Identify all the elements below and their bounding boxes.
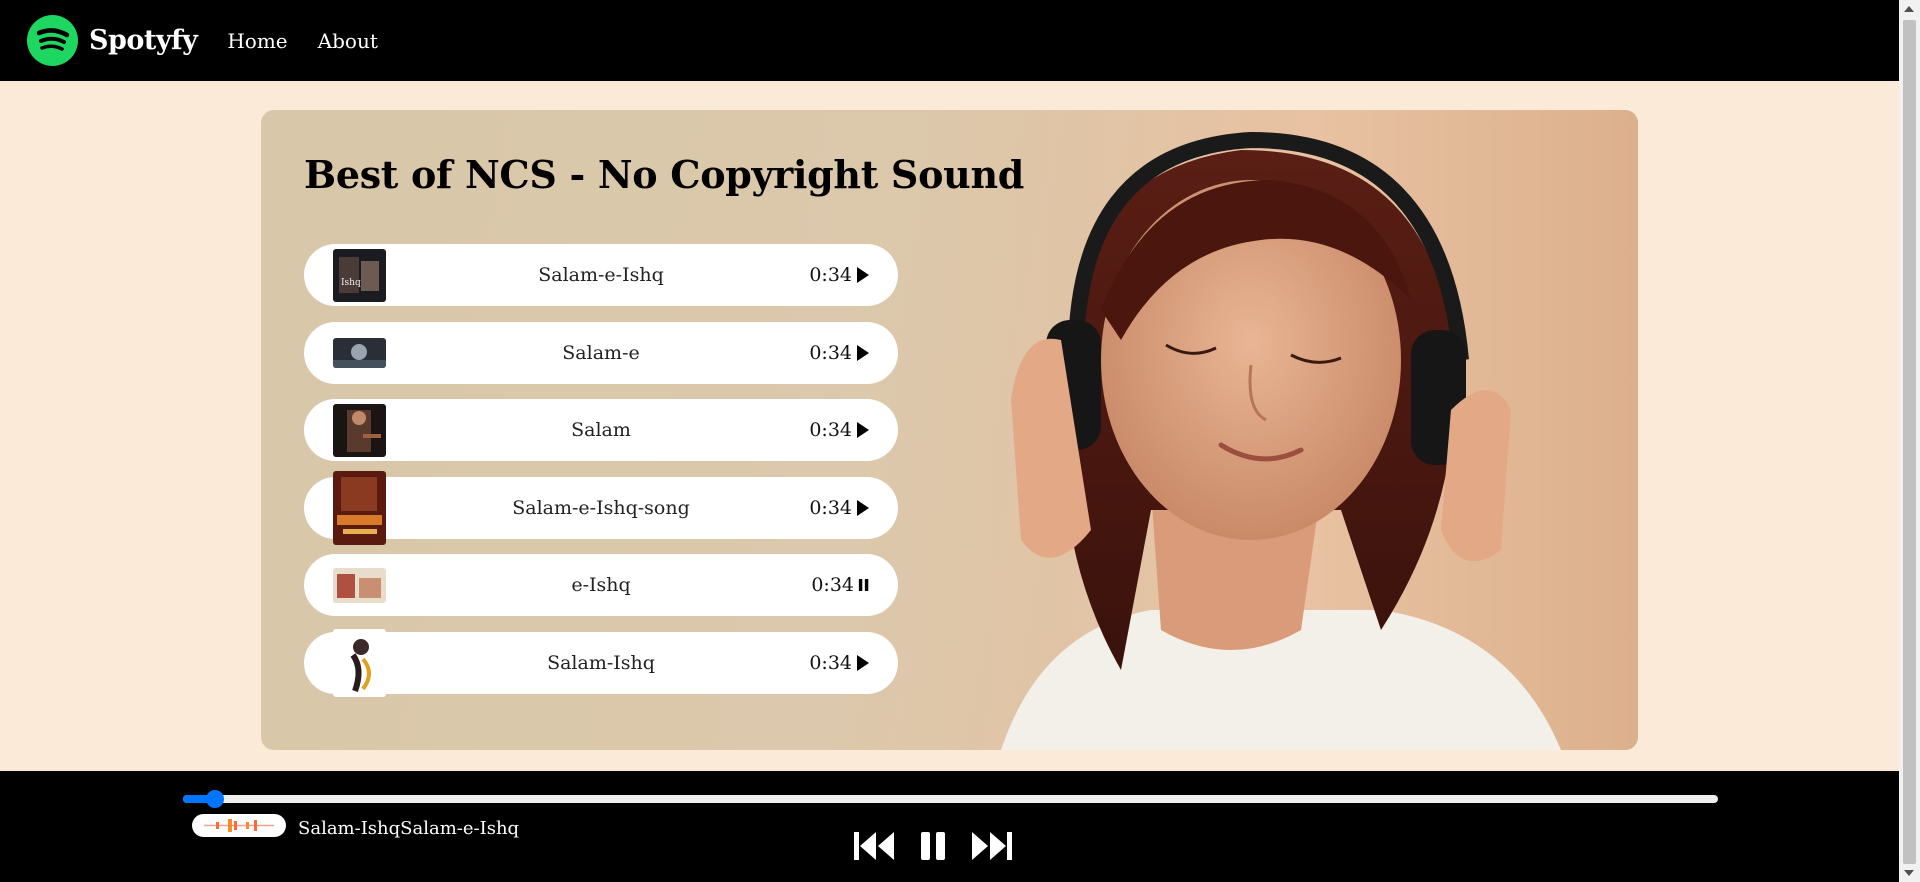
player-controls [852, 828, 1014, 864]
player-bar: Salam-IshqSalam-e-Ishq [0, 771, 1899, 882]
previous-icon[interactable] [852, 828, 896, 864]
nav-link-about[interactable]: About [318, 29, 378, 53]
pause-icon[interactable] [858, 576, 870, 594]
song-item[interactable]: Salam 0:34 [304, 399, 898, 461]
song-item[interactable]: Ishq Salam-e-Ishq 0:34 [304, 244, 898, 306]
scrollbar-thumb[interactable] [1903, 20, 1916, 864]
song-duration: 0:34 [809, 496, 852, 519]
next-icon[interactable] [970, 828, 1014, 864]
now-playing-song: Salam-IshqSalam-e-Ishq [298, 818, 520, 839]
song-timestamp: 0:34 [809, 497, 870, 519]
play-icon[interactable] [856, 421, 870, 439]
scroll-up-icon[interactable] [1904, 6, 1914, 12]
navbar: Spotyfy Home About [0, 0, 1899, 81]
song-timestamp: 0:34 [811, 574, 870, 596]
song-duration: 0:34 [809, 341, 852, 364]
song-item[interactable]: Salam-e-Ishq-song 0:34 [304, 470, 898, 545]
play-icon[interactable] [856, 344, 870, 362]
scroll-down-icon[interactable] [1904, 870, 1914, 876]
spotify-logo-icon[interactable] [27, 15, 78, 66]
playing-gif [192, 814, 286, 837]
play-icon[interactable] [856, 654, 870, 672]
song-timestamp: 0:34 [809, 419, 870, 441]
page-scrollbar[interactable] [1899, 0, 1920, 882]
song-timestamp: 0:34 [809, 652, 870, 674]
song-item[interactable]: e-Ishq 0:34 [304, 554, 898, 616]
brand-name[interactable]: Spotyfy [89, 25, 198, 56]
nav-link-home[interactable]: Home [227, 29, 287, 53]
playlist-container: Best of NCS - No Copyright Sound Ishq Sa… [261, 110, 1638, 750]
song-name: e-Ishq [571, 574, 631, 596]
song-duration: 0:34 [809, 651, 852, 674]
song-list: Ishq Salam-e-Ishq 0:34 Salam-e 0:34 Sala… [304, 244, 898, 709]
song-item[interactable]: Salam-Ishq 0:34 [304, 628, 898, 697]
song-duration: 0:34 [809, 419, 852, 441]
hero-image [821, 110, 1638, 750]
song-timestamp: 0:34 [809, 342, 870, 364]
play-icon[interactable] [856, 266, 870, 284]
progress-knob[interactable] [206, 790, 224, 808]
song-item[interactable]: Salam-e 0:34 [304, 321, 898, 384]
playlist-title: Best of NCS - No Copyright Sound [304, 152, 1025, 197]
play-icon[interactable] [856, 499, 870, 517]
song-duration: 0:34 [811, 574, 854, 596]
song-timestamp: 0:34 [809, 264, 870, 286]
song-duration: 0:34 [809, 264, 852, 286]
pause-icon[interactable] [918, 829, 948, 863]
progress-slider[interactable] [183, 790, 1718, 808]
